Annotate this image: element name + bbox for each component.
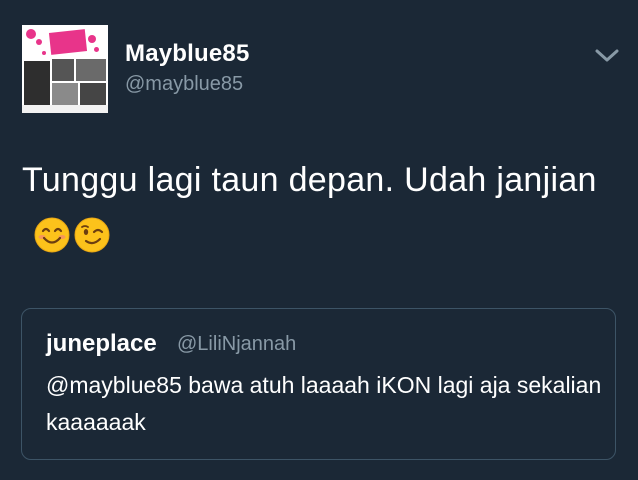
avatar-banner [48, 29, 88, 55]
tweet-card: Mayblue85 @mayblue85 Tunggu lagi taun de… [0, 0, 638, 480]
quoted-tweet-text: @mayblue85 bawa atuh laaaah iKON lagi aj… [46, 372, 602, 435]
quoted-display-name[interactable]: juneplace [46, 330, 157, 358]
avatar-footer [22, 105, 108, 113]
quoted-tweet[interactable]: juneplace @LiliNjannah @mayblue85 bawa a… [21, 308, 616, 460]
tweet-text: Tunggu lagi taun depan. Udah janjian [22, 152, 612, 264]
smiling-face-emoji-icon [34, 217, 70, 253]
chevron-down-icon[interactable] [594, 48, 620, 64]
avatar[interactable] [22, 25, 108, 113]
quoted-user-handle[interactable]: @LiliNjannah [177, 333, 296, 356]
display-name[interactable]: Mayblue85 [125, 40, 250, 68]
winking-face-emoji-icon [74, 217, 110, 253]
tweet-text-content: Tunggu lagi taun depan. Udah janjian [22, 161, 597, 199]
user-handle[interactable]: @mayblue85 [125, 73, 243, 96]
